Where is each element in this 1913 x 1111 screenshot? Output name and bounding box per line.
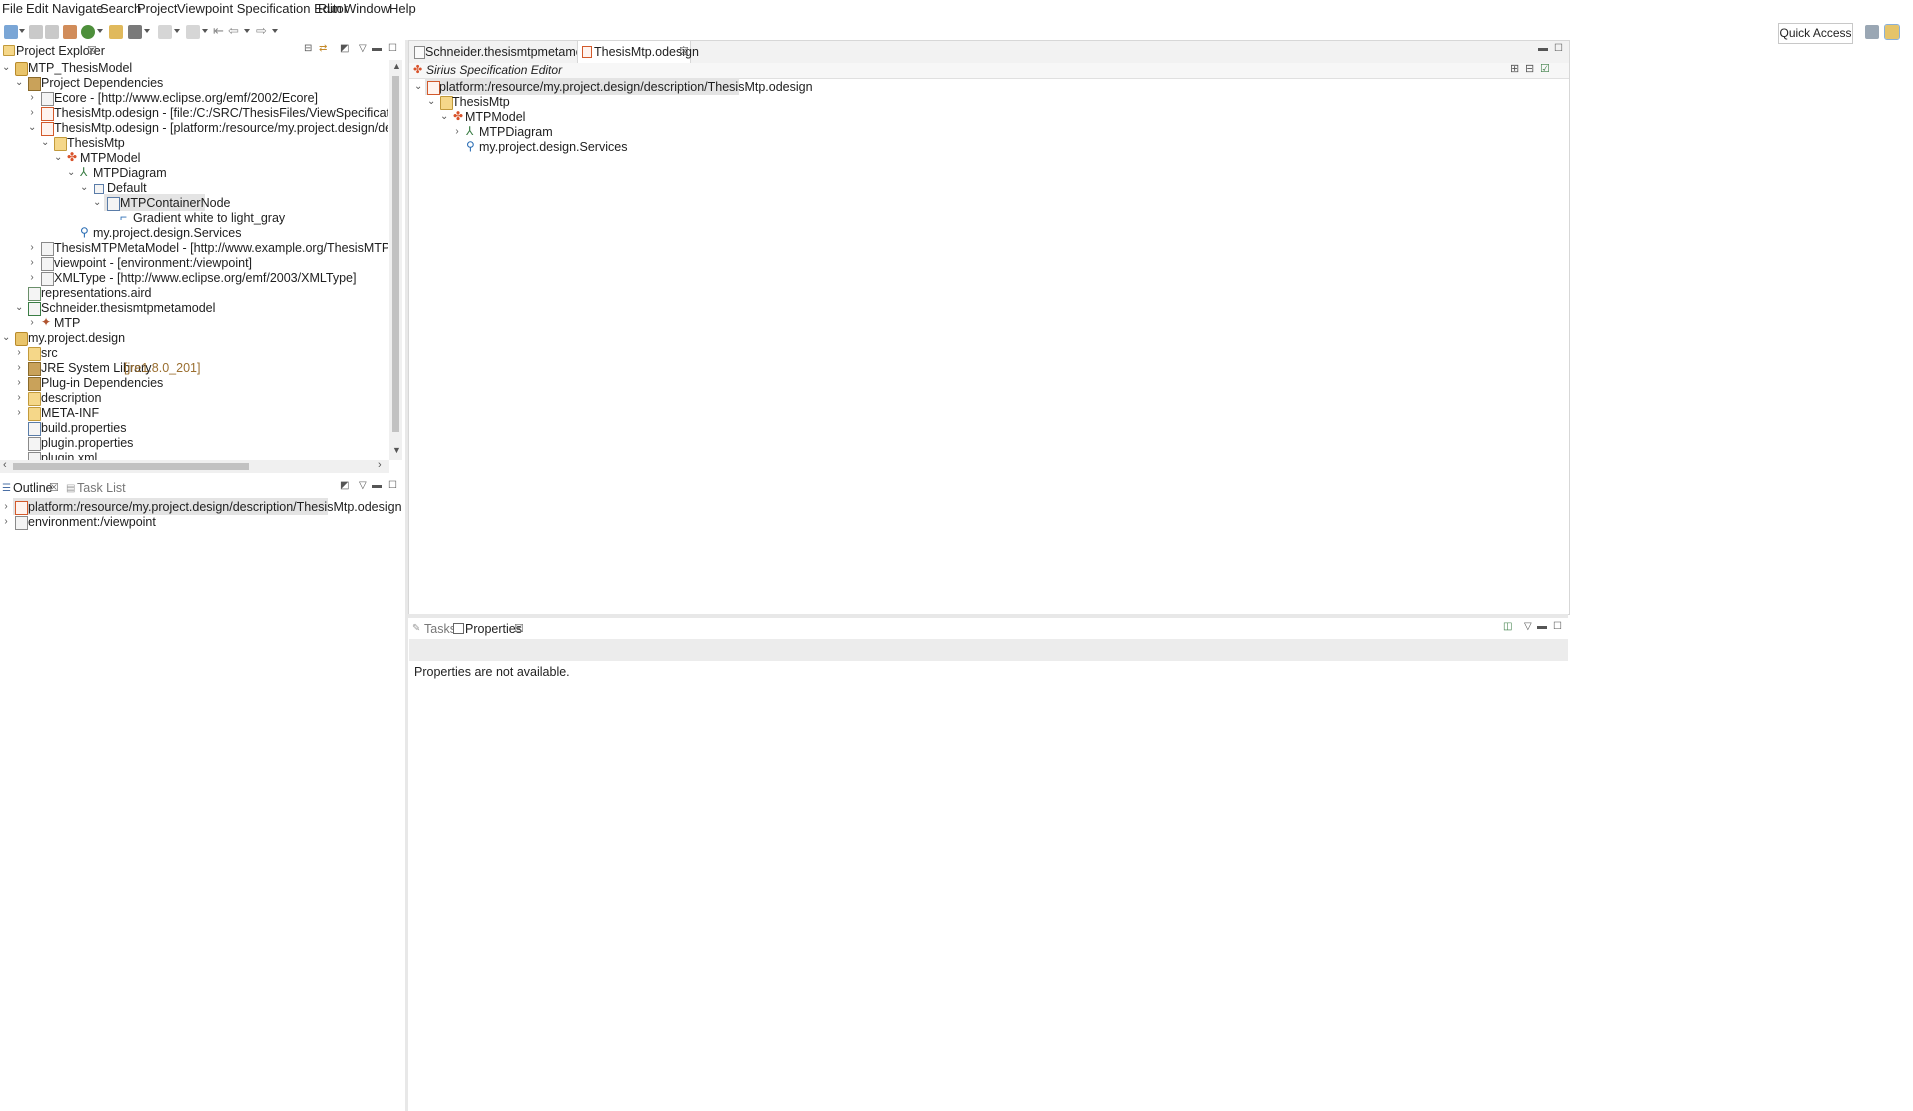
tool-icon[interactable] [128,25,142,39]
project-explorer-tree: ⌄ MTP_ThesisModel ⌄ Project Dependencies ›… [0,60,388,460]
vertical-scrollbar[interactable]: ▲ ▼ [389,60,402,460]
open-folder-icon[interactable] [109,25,123,39]
editor-header: ✤ Sirius Specification Editor ⊞ ⊟ ☑ [409,63,1569,79]
menu-navigate[interactable]: Navigate [52,1,103,16]
last-edit-icon[interactable]: ⇤ [213,23,224,39]
perspective-icon[interactable] [1884,24,1900,40]
maximize-icon[interactable]: ☐ [388,43,397,54]
pin-icon[interactable]: ◫ [1503,621,1512,632]
run-icon[interactable] [81,25,95,39]
run-dropdown-icon[interactable] [97,29,103,33]
maximize-icon[interactable]: ☐ [1553,621,1562,632]
forward-dropdown-icon[interactable] [272,29,278,33]
editor-tab-bar: Schneider.thesismtpmetamodel ThesisMtp.o… [409,41,1569,64]
tasks-icon: ✎ [412,623,421,634]
scroll-down-icon[interactable]: ▼ [392,445,401,455]
project-explorer-view: Project Explorer ☒ ⊟ ⇄ ◩ ▽ ▬ ☐ ⌄ MTP_Thes… [0,40,404,473]
tab-task-list[interactable]: Task List [77,481,126,495]
tab-schneider-metamodel[interactable]: Schneider.thesismtpmetamodel [425,45,599,59]
link-with-editor-icon[interactable]: ⇄ [319,43,327,54]
outline-view: ☰ Outline ☒ ▤ Task List ◩ ▽ ▬ ☐ › platfo… [0,477,404,1111]
editor-area: Schneider.thesismtpmetamodel ThesisMtp.o… [408,40,1570,615]
outline-icon: ☰ [2,483,11,494]
properties-message: Properties are not available. [414,665,570,679]
focus-icon[interactable]: ◩ [340,480,349,491]
tab-tasks[interactable]: Tasks [424,622,456,636]
menu-bar: File Edit Navigate Search Project Viewpo… [0,0,1913,18]
back-dropdown-icon[interactable] [244,29,250,33]
project-explorer-icon [3,45,15,56]
editor-tree: ⌄ platform:/resource/my.project.design/d… [414,78,813,154]
editor-header-title: Sirius Specification Editor [426,63,563,77]
next-annotation-dropdown-icon[interactable] [174,29,180,33]
menu-edit[interactable]: Edit [26,1,48,16]
close-icon[interactable]: ☒ [87,44,97,57]
minimize-icon[interactable]: ▬ [372,480,382,491]
view-menu-icon[interactable]: ▽ [359,480,367,491]
forward-icon[interactable]: ⇨ [256,23,267,39]
maximize-icon[interactable]: ☐ [388,480,397,491]
properties-title-bar [409,639,1568,661]
quick-access-input[interactable]: Quick Access [1778,23,1853,44]
view-menu-icon[interactable]: ▽ [359,43,367,54]
task-list-icon: ▤ [66,483,76,494]
tab-outline[interactable]: Outline [13,481,53,495]
menu-window[interactable]: Window [344,1,390,16]
save-all-icon[interactable] [45,25,59,39]
open-perspective-icon[interactable] [1865,25,1879,39]
prev-annotation-dropdown-icon[interactable] [202,29,208,33]
menu-search[interactable]: Search [100,1,141,16]
scroll-right-icon[interactable]: › [378,459,382,471]
menu-help[interactable]: Help [389,1,416,16]
view-menu-icon[interactable]: ▽ [1524,621,1532,632]
properties-tab-bar: ✎ Tasks Properties ☒ ◫ ▽ ▬ ☐ [408,618,1568,640]
validate-icon[interactable]: ☑ [1540,62,1550,75]
outline-tab-bar: ☰ Outline ☒ ▤ Task List ◩ ▽ ▬ ☐ [0,477,404,499]
maximize-icon[interactable]: ☐ [1554,43,1563,54]
scroll-thumb[interactable] [392,76,399,432]
build-icon[interactable] [63,25,77,39]
menu-file[interactable]: File [2,1,23,16]
odesign-file-icon [582,46,592,58]
menu-run[interactable]: Run [318,1,342,16]
scroll-up-icon[interactable]: ▲ [392,61,401,71]
minimize-icon[interactable]: ▬ [1537,621,1547,632]
next-annotation-icon[interactable] [158,25,172,39]
new-icon[interactable] [4,25,18,39]
new-dropdown-icon[interactable] [19,29,25,33]
close-icon[interactable]: ☒ [679,45,689,58]
horizontal-scrollbar[interactable]: ‹ › [0,459,389,473]
back-icon[interactable]: ⇦ [228,23,239,39]
metamodel-file-icon [414,46,425,59]
minimize-icon[interactable]: ▬ [372,43,382,54]
sirius-icon: ✤ [413,64,423,76]
prev-annotation-icon[interactable] [186,25,200,39]
minimize-icon[interactable]: ▬ [1538,43,1548,54]
properties-view: ✎ Tasks Properties ☒ ◫ ▽ ▬ ☐ Properties … [408,618,1568,1111]
close-icon[interactable]: ☒ [514,622,524,635]
save-icon[interactable] [29,25,43,39]
menu-project[interactable]: Project [137,1,177,16]
collapse-all-icon[interactable]: ⊟ [1525,62,1534,75]
focus-icon[interactable]: ◩ [340,43,349,54]
expand-all-icon[interactable]: ⊞ [1510,62,1519,75]
collapse-all-icon[interactable]: ⊟ [304,43,312,54]
scroll-left-icon[interactable]: ‹ [3,459,7,471]
project-explorer-tab-bar: Project Explorer ☒ ⊟ ⇄ ◩ ▽ ▬ ☐ [0,40,404,62]
scroll-thumb[interactable] [13,463,249,470]
close-icon[interactable]: ☒ [49,481,59,494]
properties-icon [453,623,464,634]
tool-dropdown-icon[interactable] [144,29,150,33]
